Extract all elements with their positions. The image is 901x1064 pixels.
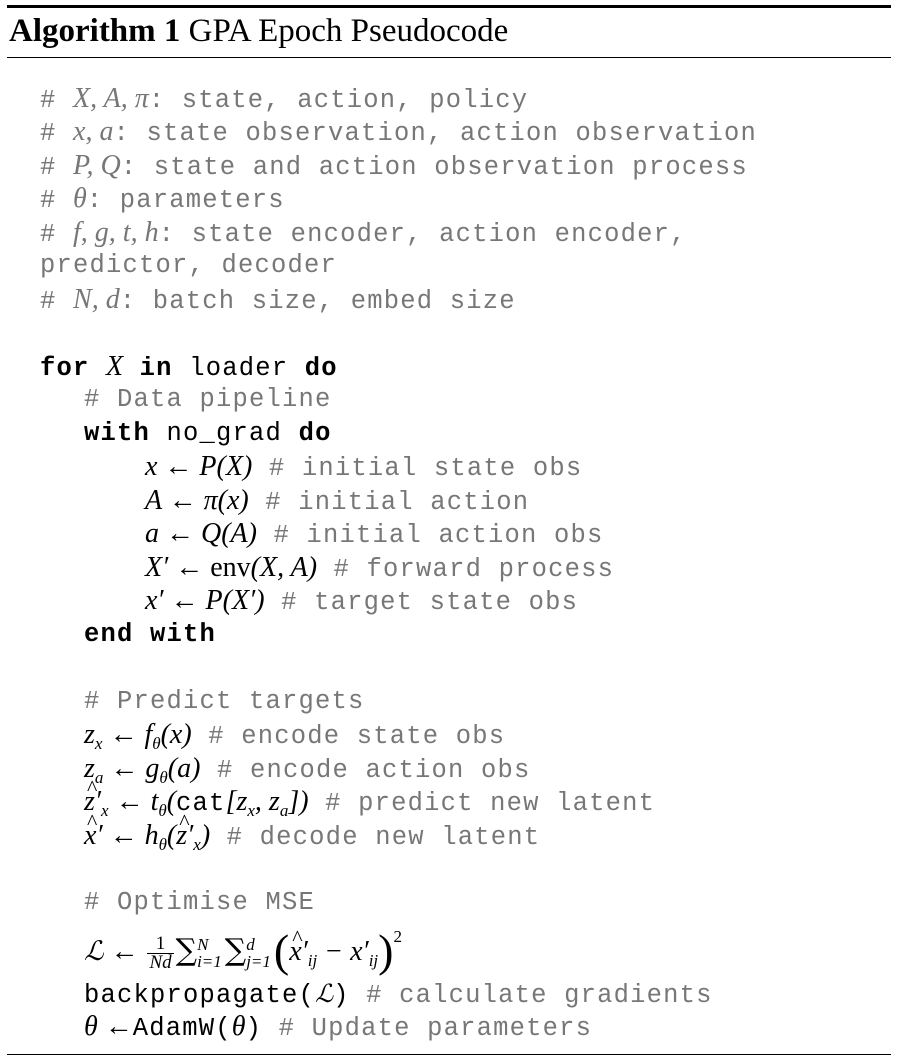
section-comment: # Predict targets bbox=[84, 687, 365, 716]
comment-vars: θ bbox=[73, 183, 87, 214]
comment-text: : parameters bbox=[86, 186, 285, 215]
comment-hash: # bbox=[40, 119, 74, 148]
sum-limits: Ni=1 bbox=[197, 936, 222, 970]
predict-statement: za ← gθ(a) # encode action obs bbox=[84, 752, 531, 787]
comment-text: : state observation, action observation bbox=[113, 119, 758, 148]
loop-iterable: loader bbox=[189, 354, 289, 383]
sum-symbol: ∑ bbox=[175, 933, 198, 968]
backprop-statement: backpropagate(ℒ) # calculate gradients bbox=[84, 979, 713, 1010]
comment-vars: X, A, π bbox=[73, 83, 149, 114]
fraction-numerator: 1 bbox=[147, 934, 174, 954]
loss-equation: ℒ ← 1Nd∑Ni=1∑dj=1(x′ij − x′ij)2 bbox=[84, 918, 403, 974]
comment-vars: N, d bbox=[73, 284, 120, 315]
pipeline-statement: A ← π(x) # initial action bbox=[145, 484, 529, 517]
with-block-header: with no_grad do bbox=[84, 417, 332, 450]
comment-text: predictor, decoder bbox=[40, 251, 338, 280]
keyword-end-with: end with bbox=[84, 620, 217, 649]
for-loop-header: for X in loader do bbox=[40, 350, 338, 383]
statement-comment: # calculate gradients bbox=[366, 981, 713, 1010]
comment-text: : state and action observation process bbox=[120, 153, 748, 182]
pipeline-statement: x ← P(X) # initial state obs bbox=[145, 450, 582, 483]
comment-text: : state, action, policy bbox=[148, 86, 529, 115]
loop-variable: X bbox=[106, 351, 124, 382]
comment-text: : batch size, embed size bbox=[119, 287, 516, 316]
comment-line: # x, a: state observation, action observ… bbox=[40, 115, 757, 148]
comment-hash: # bbox=[40, 220, 74, 249]
comment-line: # X, A, π: state, action, policy bbox=[40, 82, 528, 115]
top-rule bbox=[7, 5, 891, 8]
fraction-denominator: Nd bbox=[149, 951, 172, 973]
sum-symbol: ∑ bbox=[224, 933, 247, 968]
comment-line: # P, Q: state and action observation pro… bbox=[40, 149, 748, 182]
statement-math: A ← π(x) bbox=[145, 485, 249, 516]
statement-comment: # encode state obs bbox=[208, 722, 506, 751]
loss-exponent: 2 bbox=[393, 927, 404, 946]
update-statement: θ ←AdamW(θ) # Update parameters bbox=[84, 1011, 593, 1043]
predict-statement: zx ← fθ(x) # encode state obs bbox=[84, 718, 506, 753]
comment-line: # f, g, t, h: state encoder, action enco… bbox=[40, 216, 687, 249]
loss-symbol: ℒ bbox=[84, 936, 104, 967]
sum-limits: d j=1 bbox=[246, 936, 271, 970]
caption-rule bbox=[7, 57, 891, 58]
statement-math: zx ← fθ(x) bbox=[84, 719, 192, 753]
statement-comment: # encode action obs bbox=[216, 756, 531, 785]
statement-comment: # Update parameters bbox=[278, 1014, 593, 1043]
comment-vars: P, Q bbox=[73, 150, 121, 181]
statement-comment: # initial state obs bbox=[268, 454, 583, 483]
statement-comment: # initial action bbox=[265, 488, 530, 517]
statement-comment: # target state obs bbox=[281, 588, 579, 617]
comment-vars: x, a bbox=[73, 116, 114, 147]
statement-math: z′x ← tθ( bbox=[84, 771, 176, 819]
keyword-with: with bbox=[84, 419, 151, 448]
statement-math: x′ ← P(X′) bbox=[145, 585, 265, 616]
section-comment: # Optimise MSE bbox=[84, 888, 316, 917]
keyword-for: for bbox=[40, 354, 90, 383]
loss-term: x′ij − x′ij bbox=[289, 918, 378, 969]
predict-statement: x′ ← hθ(z′x) # decode new latent bbox=[84, 805, 541, 853]
statement-comment: # predict new latent bbox=[325, 789, 656, 818]
sum-upper: d bbox=[246, 935, 255, 955]
section-comment: # Data pipeline bbox=[84, 385, 332, 414]
bottom-rule bbox=[7, 1054, 891, 1055]
algorithm-caption: Algorithm 1 GPA Epoch Pseudocode bbox=[9, 11, 508, 51]
comment-line: # N, d: batch size, embed size bbox=[40, 283, 516, 316]
sum-upper: N bbox=[197, 935, 209, 955]
predict-statement: z′x ← tθ(cat[zx, za]) # predict new late… bbox=[84, 771, 656, 820]
function-name: backpropagate bbox=[84, 981, 299, 1010]
pipeline-statement: x′ ← P(X′) # target state obs bbox=[145, 584, 578, 617]
comment-hash: # bbox=[40, 186, 74, 215]
statement-math: za ← gθ(a) bbox=[84, 753, 201, 787]
statement-comment: # initial action obs bbox=[273, 521, 604, 550]
comment-hash: # bbox=[40, 86, 74, 115]
comment-text: : state encoder, action encoder, bbox=[158, 220, 687, 249]
algorithm-label: Algorithm 1 bbox=[9, 13, 181, 49]
comment-hash: # bbox=[40, 287, 74, 316]
sum-lower: i=1 bbox=[197, 952, 222, 972]
sum-lower: j=1 bbox=[246, 952, 271, 972]
pipeline-statement: X′ ← env(X, A) # forward process bbox=[145, 551, 614, 584]
statement-math: (X, A) bbox=[250, 552, 318, 583]
statement-comment: # forward process bbox=[333, 555, 615, 584]
keyword-in: in bbox=[139, 354, 173, 383]
statement-math: x ← P(X) bbox=[145, 451, 253, 482]
keyword-do: do bbox=[304, 354, 338, 383]
statement-math: [zx, za]) bbox=[225, 786, 309, 820]
comment-line: predictor, decoder bbox=[40, 249, 337, 282]
statement-math: X′ ← bbox=[145, 552, 211, 583]
keyword-do: do bbox=[298, 419, 332, 448]
algorithm-title: GPA Epoch Pseudocode bbox=[188, 13, 509, 49]
comment-vars: f, g, t, h bbox=[73, 217, 159, 248]
comment-line: # θ: parameters bbox=[40, 182, 285, 215]
loss-fraction: 1 Nd bbox=[147, 934, 174, 973]
comment-hash: # bbox=[40, 153, 74, 182]
statement-math: a ← Q(A) bbox=[145, 518, 257, 549]
function-name: env bbox=[210, 552, 251, 583]
function-name: AdamW bbox=[132, 1014, 216, 1043]
pipeline-statement: a ← Q(A) # initial action obs bbox=[145, 517, 604, 550]
context-manager: no_grad bbox=[166, 419, 283, 448]
statement-math: x′ ← hθ(z′x) bbox=[84, 805, 210, 853]
statement-comment: # decode new latent bbox=[226, 823, 541, 852]
